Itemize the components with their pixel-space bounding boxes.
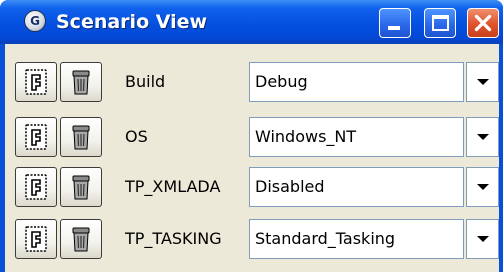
- dropdown-button[interactable]: [466, 117, 499, 157]
- close-button[interactable]: [467, 8, 499, 38]
- variable-name-label: TP_TASKING: [125, 229, 222, 248]
- edit-variable-icon: [25, 124, 47, 150]
- delete-variable-button[interactable]: [60, 62, 102, 102]
- trash-can-icon: [72, 227, 90, 252]
- variable-value-combo[interactable]: Standard_Tasking: [249, 219, 464, 259]
- edit-variable-button[interactable]: [15, 219, 57, 259]
- scenario-panel: Build Debug OS Windows_NT TP_XMLADA Disa…: [5, 44, 499, 272]
- dropdown-arrow-icon: [476, 184, 489, 190]
- scenario-row-build: Build Debug: [5, 58, 499, 106]
- delete-variable-button[interactable]: [60, 167, 102, 207]
- dropdown-button[interactable]: [466, 167, 499, 207]
- delete-variable-button[interactable]: [60, 117, 102, 157]
- dropdown-arrow-icon: [476, 134, 489, 140]
- edit-variable-icon: [25, 226, 47, 252]
- edit-variable-button[interactable]: [15, 117, 57, 157]
- edit-variable-button[interactable]: [15, 62, 57, 102]
- minimize-button[interactable]: [379, 8, 411, 38]
- edit-variable-icon: [25, 174, 47, 200]
- app-icon[interactable]: G: [24, 10, 46, 32]
- variable-name-label: TP_XMLADA: [125, 177, 221, 196]
- scenario-row-os: OS Windows_NT: [5, 113, 499, 161]
- trash-can-icon: [72, 125, 90, 150]
- dropdown-button[interactable]: [466, 62, 499, 102]
- scenario-row-tp-xmlada: TP_XMLADA Disabled: [5, 163, 499, 211]
- dropdown-button[interactable]: [466, 219, 499, 259]
- title-bar[interactable]: G Scenario View: [0, 0, 503, 44]
- maximize-button[interactable]: [424, 8, 456, 38]
- dropdown-arrow-icon: [476, 236, 489, 242]
- variable-name-label: Build: [125, 72, 166, 91]
- scenario-view-window: G Scenario View Build Debug OS Windows_N…: [0, 0, 503, 272]
- window-title: Scenario View: [56, 11, 208, 33]
- minimize-icon: [388, 26, 400, 30]
- maximize-icon: [432, 15, 449, 31]
- trash-can-icon: [72, 70, 90, 95]
- app-icon-glyph: G: [30, 14, 40, 28]
- trash-can-icon: [72, 175, 90, 200]
- variable-value-combo[interactable]: Disabled: [249, 167, 464, 207]
- variable-value-combo[interactable]: Debug: [249, 62, 464, 102]
- variable-name-label: OS: [125, 127, 148, 146]
- variable-value-combo[interactable]: Windows_NT: [249, 117, 464, 157]
- delete-variable-button[interactable]: [60, 219, 102, 259]
- close-icon: [474, 14, 492, 32]
- edit-variable-button[interactable]: [15, 167, 57, 207]
- dropdown-arrow-icon: [476, 79, 489, 85]
- edit-variable-icon: [25, 69, 47, 95]
- scenario-row-tp-tasking: TP_TASKING Standard_Tasking: [5, 215, 499, 263]
